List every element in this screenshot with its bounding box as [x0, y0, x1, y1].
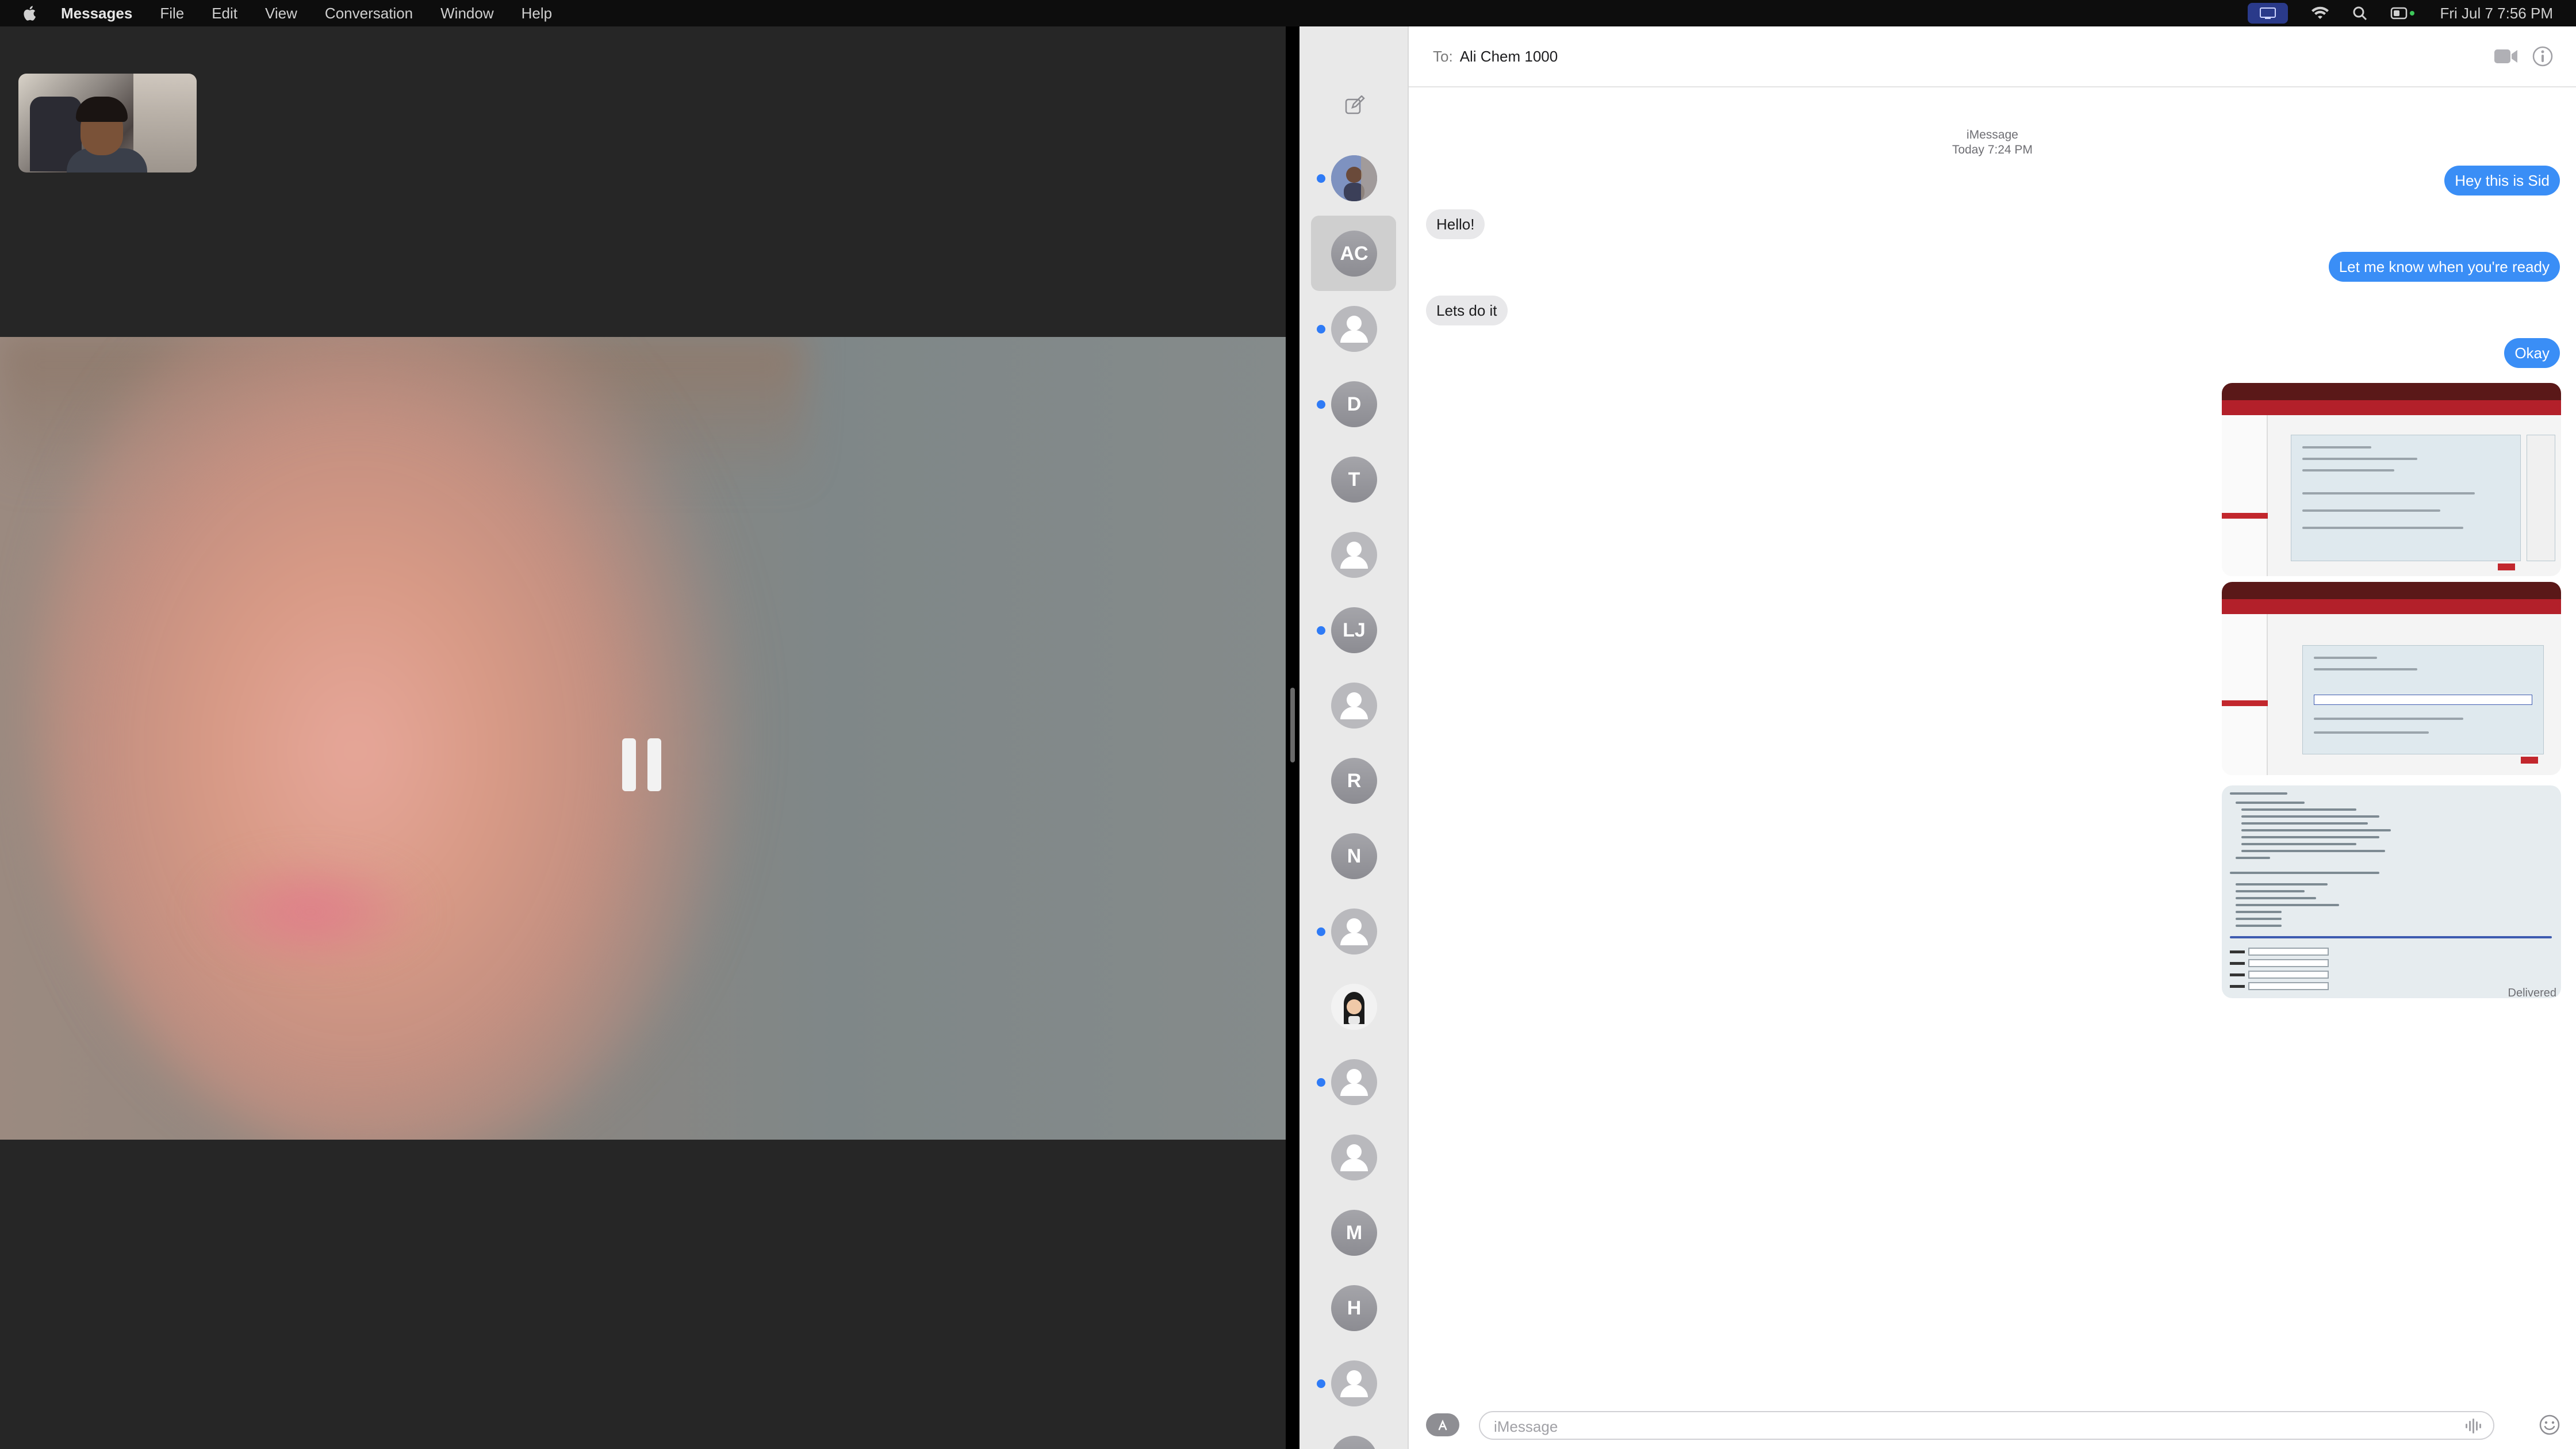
- message-bubble-incoming[interactable]: Lets do it: [1426, 296, 1508, 325]
- person-placeholder-icon: [1331, 306, 1377, 352]
- conversation-timestamp: Today 7:24 PM: [1952, 143, 2033, 156]
- conversation-item[interactable]: H: [1300, 1270, 1409, 1346]
- remote-video-feed[interactable]: [0, 337, 1286, 1140]
- message-input[interactable]: iMessage: [1479, 1411, 2494, 1440]
- conversation-item[interactable]: LJ: [1300, 592, 1409, 668]
- status-area: Fri Jul 7 7:56 PM: [2248, 0, 2553, 26]
- app-store-icon[interactable]: [1426, 1413, 1459, 1436]
- message-composer: iMessage: [1409, 1400, 2576, 1449]
- conversation-item[interactable]: [1300, 1346, 1409, 1421]
- menubar-clock[interactable]: Fri Jul 7 7:56 PM: [2440, 5, 2553, 22]
- self-view-video[interactable]: [18, 74, 197, 172]
- contact-avatar: LJ: [1331, 607, 1377, 653]
- menu-help[interactable]: Help: [522, 5, 552, 22]
- service-label: iMessage: [1966, 128, 2018, 141]
- menu-conversation[interactable]: Conversation: [325, 5, 413, 22]
- person-placeholder-icon: [1331, 683, 1377, 729]
- image-attachment[interactable]: [2222, 383, 2561, 576]
- message-bubble-outgoing[interactable]: Let me know when you're ready: [2328, 252, 2560, 282]
- message-bubble-outgoing[interactable]: Hey this is Sid: [2444, 166, 2560, 195]
- conversation-header-info: iMessage Today 7:24 PM: [1409, 128, 2576, 158]
- messages-window: AC DT LJ RN MH C To: Ali Chem 1000 iMessage T…: [1300, 26, 2576, 1449]
- pause-icon[interactable]: [622, 738, 661, 791]
- facetime-window: [0, 26, 1286, 1449]
- spotlight-search-icon[interactable]: [2352, 6, 2367, 21]
- contact-photo-avatar: [1331, 155, 1377, 201]
- conversation-item[interactable]: AC: [1300, 216, 1409, 291]
- facetime-video-icon[interactable]: [2493, 46, 2518, 67]
- person-placeholder-icon: [1331, 1360, 1377, 1406]
- person-placeholder-icon: [1331, 1059, 1377, 1105]
- menu-bar: Messages File Edit View Conversation Win…: [0, 0, 2576, 26]
- emoji-icon[interactable]: [2538, 1413, 2561, 1436]
- message-input-placeholder: iMessage: [1494, 1418, 1558, 1435]
- menu-file[interactable]: File: [160, 5, 184, 22]
- image-attachment[interactable]: [2222, 785, 2561, 998]
- conversation-item[interactable]: M: [1300, 1195, 1409, 1270]
- message-bubble-incoming[interactable]: Hello!: [1426, 209, 1485, 239]
- conversation-item[interactable]: N: [1300, 818, 1409, 894]
- screen-sharing-status-icon[interactable]: [2248, 3, 2288, 24]
- contact-avatar: R: [1331, 758, 1377, 804]
- chat-header: To: Ali Chem 1000: [1409, 26, 2576, 87]
- unread-indicator: [1317, 626, 1325, 635]
- contact-avatar: T: [1331, 457, 1377, 503]
- contact-avatar: D: [1331, 381, 1377, 427]
- contact-avatar: M: [1331, 1210, 1377, 1256]
- message-bubble-outgoing[interactable]: Okay: [2504, 338, 2560, 368]
- delivery-status: Delivered: [2508, 987, 2556, 999]
- conversation-item[interactable]: R: [1300, 743, 1409, 818]
- menu-view[interactable]: View: [265, 5, 297, 22]
- audio-message-icon[interactable]: [2464, 1418, 2482, 1434]
- conversation-item[interactable]: [1300, 668, 1409, 743]
- contact-avatar: N: [1331, 833, 1377, 879]
- recipient-name[interactable]: Ali Chem 1000: [1460, 48, 1558, 66]
- conversation-item[interactable]: [1300, 1120, 1409, 1195]
- conversation-sidebar: AC DT LJ RN MH C: [1300, 26, 1409, 1449]
- person-placeholder-icon: [1331, 532, 1377, 578]
- conversation-item[interactable]: [1300, 517, 1409, 592]
- contact-avatar: AC: [1331, 231, 1377, 277]
- conversation-item[interactable]: C: [1300, 1421, 1409, 1449]
- conversation-item[interactable]: D: [1300, 366, 1409, 442]
- person-placeholder-icon: [1331, 908, 1377, 954]
- unread-indicator: [1317, 400, 1325, 409]
- conversation-item[interactable]: [1300, 969, 1409, 1044]
- conversation-item[interactable]: [1300, 291, 1409, 366]
- conversation-item[interactable]: [1300, 1044, 1409, 1120]
- unread-indicator: [1317, 1078, 1325, 1087]
- control-center-icon[interactable]: [2390, 6, 2417, 21]
- unread-indicator: [1317, 927, 1325, 936]
- message-transcript: iMessage Today 7:24 PM Hey this is Sid H…: [1409, 89, 2576, 1400]
- menu-app-name[interactable]: Messages: [61, 5, 132, 22]
- unread-indicator: [1317, 174, 1325, 183]
- apple-logo-icon[interactable]: [22, 5, 39, 22]
- person-placeholder-icon: [1331, 1134, 1377, 1180]
- contact-avatar: H: [1331, 1285, 1377, 1331]
- menu-window[interactable]: Window: [440, 5, 493, 22]
- unread-indicator: [1317, 1379, 1325, 1388]
- image-attachment[interactable]: [2222, 582, 2561, 775]
- compose-icon[interactable]: [1344, 95, 1365, 116]
- unread-indicator: [1317, 325, 1325, 334]
- wifi-icon[interactable]: [2311, 6, 2329, 20]
- info-icon[interactable]: [2531, 45, 2554, 68]
- to-label: To:: [1433, 47, 1453, 65]
- conversation-item[interactable]: [1300, 140, 1409, 216]
- conversation-list: AC DT LJ RN MH C: [1300, 140, 1409, 1449]
- split-view-divider-handle[interactable]: [1290, 688, 1295, 762]
- conversation-item[interactable]: T: [1300, 442, 1409, 517]
- menu-edit[interactable]: Edit: [212, 5, 237, 22]
- contact-avatar: C: [1331, 1436, 1377, 1449]
- memoji-avatar: [1331, 984, 1377, 1030]
- conversation-item[interactable]: [1300, 894, 1409, 969]
